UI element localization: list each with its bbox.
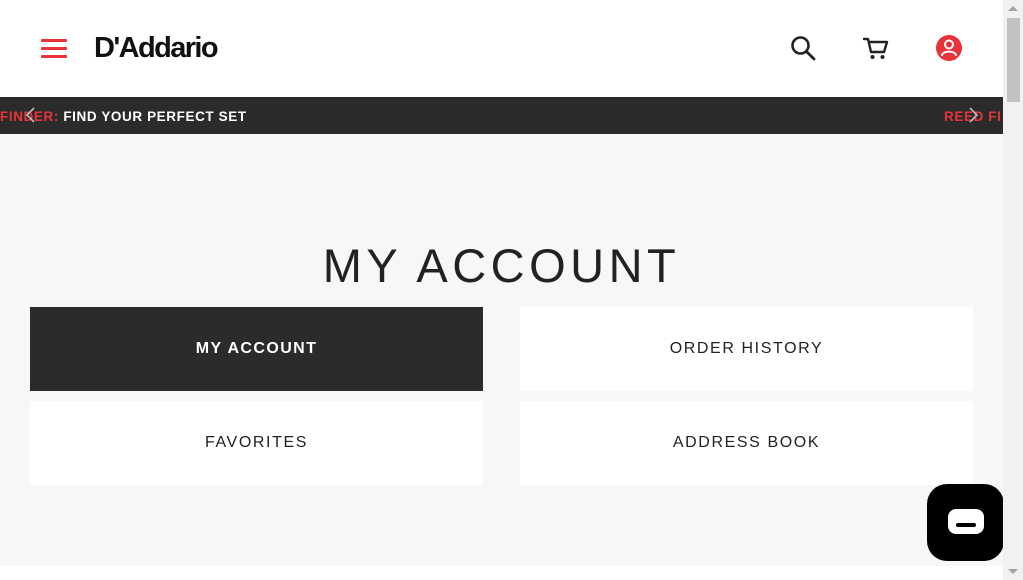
tile-favorites[interactable]: FAVORITES	[30, 401, 483, 485]
chevron-right-icon[interactable]	[964, 106, 982, 124]
promo-text: FIND YOUR PERFECT SET	[63, 109, 247, 124]
scrollbar-thumb[interactable]	[1007, 18, 1020, 102]
site-logo[interactable]: D'Addario	[94, 30, 219, 66]
scrollbar[interactable]	[1003, 0, 1023, 580]
search-icon[interactable]	[789, 34, 817, 62]
scroll-down-arrow-icon[interactable]	[1008, 569, 1018, 574]
hamburger-line	[41, 39, 67, 42]
tile-order-history[interactable]: ORDER HISTORY	[520, 307, 973, 391]
hamburger-menu-icon[interactable]	[41, 36, 67, 60]
hamburger-line	[41, 55, 67, 58]
scroll-up-arrow-icon[interactable]	[1008, 6, 1018, 11]
chat-bubble-icon	[948, 509, 984, 534]
page-title: MY ACCOUNT	[322, 239, 681, 293]
site-header: D'Addario	[0, 0, 1003, 97]
chat-button[interactable]	[927, 484, 1004, 561]
browser-viewport: D'Addario FINDER: FIND YOUR PERFECT SET …	[0, 0, 1023, 580]
cart-icon[interactable]	[862, 34, 890, 62]
page: D'Addario FINDER: FIND YOUR PERFECT SET …	[0, 0, 1003, 580]
tile-my-account[interactable]: MY ACCOUNT	[30, 307, 483, 391]
chevron-left-icon[interactable]	[22, 106, 40, 124]
hamburger-line	[41, 47, 67, 50]
footer-edge	[0, 566, 1003, 580]
promo-banner: FINDER: FIND YOUR PERFECT SET REED FI	[0, 97, 1003, 134]
account-icon[interactable]	[935, 34, 963, 62]
tile-address-book[interactable]: ADDRESS BOOK	[520, 401, 973, 485]
